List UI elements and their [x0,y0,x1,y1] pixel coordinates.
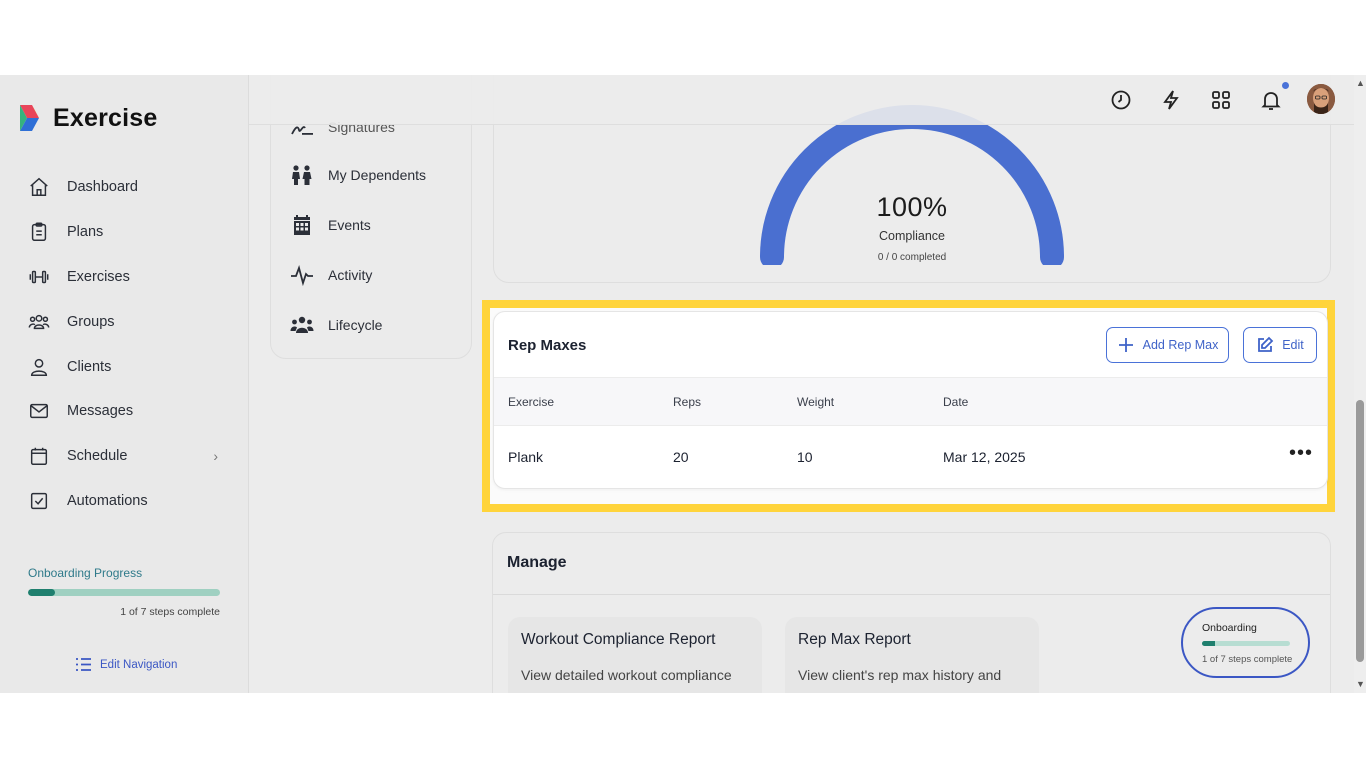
sidebar-item-label: Plans [67,224,104,241]
home-icon [30,178,48,197]
compliance-percentage: 100% [876,192,948,222]
onboarding-progress-title[interactable]: Onboarding Progress [28,566,142,580]
onboarding-widget-steps: 1 of 7 steps complete [1202,654,1293,665]
cell-reps: 20 [673,449,689,465]
sidebar-item-messages[interactable]: Messages [28,389,228,434]
dumbbell-icon [29,270,49,284]
onboarding-widget-progress-bar [1202,641,1290,646]
sidebar-item-dashboard[interactable]: Dashboard [28,165,228,210]
history-button[interactable] [1109,88,1133,112]
edit-label: Edit [1282,338,1304,352]
sidebar-item-label: Dashboard [67,179,138,196]
brand-name: Exercise [53,103,158,132]
top-bar [249,75,1354,125]
edit-navigation-label: Edit Navigation [100,658,178,671]
sidebar-item-exercises[interactable]: Exercises [28,255,228,300]
menu-item-lifecycle[interactable]: Lifecycle [290,314,382,336]
calendar-grid-icon [294,215,310,235]
menu-item-my-dependents[interactable]: My Dependents [290,164,426,186]
app-window: Exercise Dashboard Plans Exercises Group… [0,75,1366,693]
clipboard-icon [31,222,47,242]
report-title: Rep Max Report [798,631,911,648]
sidebar-item-clients[interactable]: Clients [28,344,228,389]
rep-maxes-title: Rep Maxes [508,337,587,354]
menu-item-label: My Dependents [328,167,427,183]
onboarding-widget[interactable]: Onboarding 1 of 7 steps complete [1181,607,1310,678]
user-icon [30,358,48,376]
onboarding-progress-fill [28,589,56,596]
divider [493,594,1330,595]
table-header: Exercise Reps Weight Date [494,377,1327,426]
checkbox-icon [30,492,48,510]
group-icon [28,314,50,329]
scrollbar-thumb[interactable] [1356,400,1364,662]
dependents-icon [292,165,312,185]
scroll-up-arrow-icon[interactable]: ▲ [1356,78,1365,88]
calendar-icon [30,447,48,466]
onboarding-widget-title: Onboarding [1202,622,1257,634]
plus-icon [1118,338,1133,352]
onboarding-widget-progress-fill [1202,641,1215,646]
sidebar-item-label: Schedule [67,448,128,465]
apps-grid-icon [1212,91,1230,109]
sidebar-item-label: Exercises [67,268,130,285]
add-rep-max-label: Add Rep Max [1142,338,1219,352]
cell-weight: 10 [797,449,813,465]
activity-icon [291,265,313,286]
row-actions-menu-icon[interactable]: ••• [1289,442,1313,465]
report-description: View client's rep max history and [798,667,1002,683]
lightning-icon [1163,90,1179,110]
cell-date: Mar 12, 2025 [943,449,1026,465]
sidebar: Exercise Dashboard Plans Exercises Group… [0,75,249,693]
menu-item-label: Events [328,217,371,233]
avatar-image [1307,84,1335,114]
clock-icon [1111,90,1131,110]
column-header-date[interactable]: Date [943,395,968,409]
page-scrollbar[interactable]: ▲ ▼ [1354,75,1366,693]
sidebar-item-schedule[interactable]: Schedule › [28,434,228,479]
compliance-label: Compliance [878,229,945,243]
brand[interactable]: Exercise [17,103,157,133]
cell-exercise: Plank [508,449,544,465]
menu-item-label: Lifecycle [328,317,383,333]
column-header-exercise[interactable]: Exercise [508,395,554,409]
onboarding-steps-text: 1 of 7 steps complete [120,606,220,618]
chevron-right-icon: › [213,448,218,465]
add-rep-max-button[interactable]: Add Rep Max [1106,327,1229,363]
menu-item-events[interactable]: Events [290,214,371,236]
avatar[interactable] [1307,84,1335,114]
apps-button[interactable] [1209,88,1233,112]
table-row[interactable]: Plank 20 10 Mar 12, 2025 ••• [494,426,1327,488]
edit-navigation-button[interactable]: Edit Navigation [75,657,177,672]
compliance-completed-count: 0 / 0 completed [877,252,947,263]
edit-rep-maxes-button[interactable]: Edit [1243,327,1317,363]
sidebar-item-plans[interactable]: Plans [28,210,228,255]
rep-maxes-card: Rep Maxes Add Rep Max Edit Exercise Reps… [493,311,1328,489]
menu-item-label: Activity [328,267,373,283]
sidebar-item-automations[interactable]: Automations [28,479,228,524]
sidebar-item-label: Groups [67,313,115,330]
edit-icon [1258,336,1274,352]
sidebar-item-groups[interactable]: Groups [28,299,228,344]
sidebar-item-label: Automations [67,492,148,509]
report-title: Workout Compliance Report [521,631,716,648]
column-header-weight[interactable]: Weight [797,395,834,409]
manage-title: Manage [507,554,567,571]
onboarding-progress-bar [28,589,220,596]
notification-dot [1282,82,1289,89]
column-header-reps[interactable]: Reps [673,395,701,409]
quick-actions-button[interactable] [1159,88,1183,112]
sidebar-item-label: Messages [67,403,134,420]
notifications-button[interactable] [1259,82,1289,112]
list-icon [76,658,91,671]
bell-icon [1261,92,1281,110]
brand-logo-icon [20,105,39,131]
report-description: View detailed workout compliance [521,667,732,683]
sidebar-item-label: Clients [67,358,112,375]
sidebar-nav: Dashboard Plans Exercises Groups Clients… [28,165,228,523]
mail-icon [30,404,48,419]
scroll-down-arrow-icon[interactable]: ▼ [1356,679,1365,689]
menu-item-activity[interactable]: Activity [290,264,372,286]
lifecycle-icon [290,316,314,333]
